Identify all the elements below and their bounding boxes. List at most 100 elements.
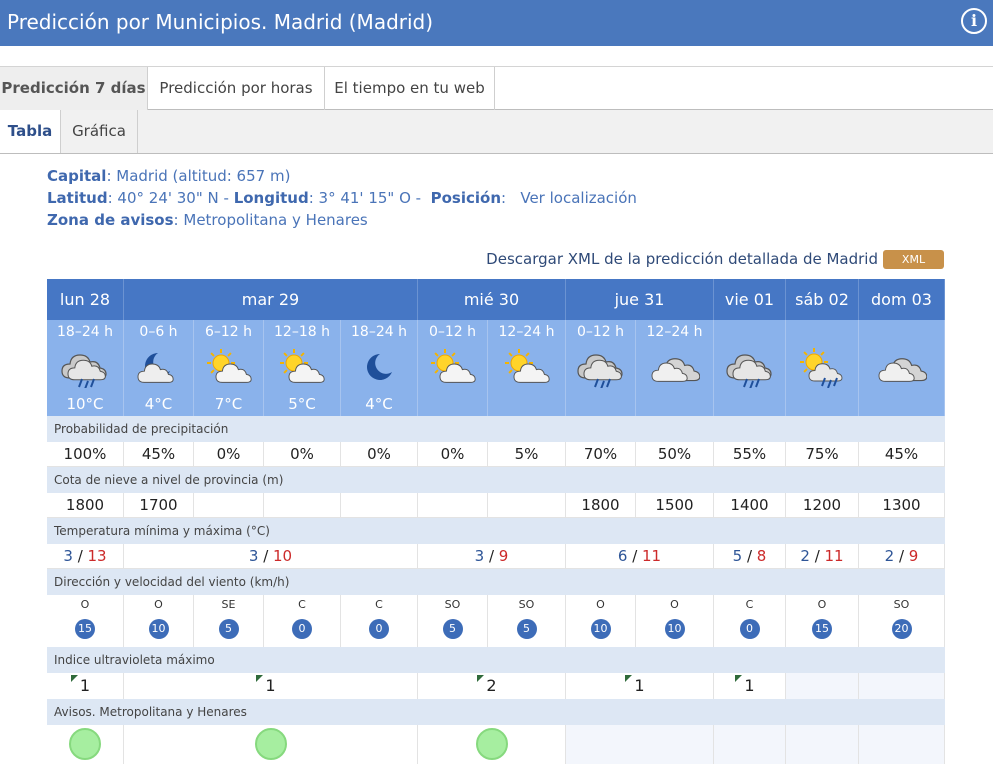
temp-minmax: 2 / 11	[786, 544, 859, 568]
temp-separator: /	[894, 547, 909, 565]
tab-el-tiempo-en-tu-web[interactable]: El tiempo en tu web	[325, 67, 495, 110]
wind-direction: O	[596, 598, 605, 611]
temp-separator: /	[809, 547, 825, 565]
temp-minmax: 2 / 9	[859, 544, 945, 568]
period-label: 12–24 h	[646, 324, 703, 340]
temp-minmax: 3 / 10	[124, 544, 418, 568]
warnings-row	[47, 725, 945, 764]
precip-value: 55%	[714, 442, 786, 466]
wind-cell: C0	[341, 595, 418, 647]
snow-value: 1500	[636, 493, 714, 517]
icons-row: 18–24 h 10°C 0–6 h 4°C 6–12 h 7°C 12–18 h 5°C 18…	[47, 320, 945, 416]
green-warning-icon[interactable]	[475, 728, 508, 760]
xml-button[interactable]: XML	[883, 250, 944, 269]
lat-label: Latitud	[47, 189, 108, 207]
warning-cell	[124, 725, 418, 764]
period-label: 12–18 h	[274, 324, 330, 340]
wind-speed-icon: 15	[812, 619, 832, 639]
wind-cell: O 10	[124, 595, 194, 647]
temp-min: 2	[800, 547, 810, 565]
uv-row: 1 1 2 1 1	[47, 673, 945, 699]
capital-label: Capital	[47, 167, 107, 185]
wind-direction: O	[817, 598, 827, 611]
wind-speed-icon: 5	[218, 619, 239, 639]
tab-prediccion-7-dias[interactable]: Predicción 7 días	[0, 67, 148, 110]
moon-cloud-icon	[137, 353, 174, 383]
wind-cell: O 10	[566, 595, 636, 647]
period-cell: 18–24 h 4°C	[341, 320, 418, 416]
info-icon[interactable]: i	[961, 8, 987, 34]
primary-tabs: Predicción 7 días Predicción por horas E…	[0, 66, 993, 110]
temp-max: 11	[824, 547, 844, 565]
precip-value: 100%	[47, 442, 124, 466]
sun-cloud-icon	[206, 349, 252, 383]
uv-value	[786, 673, 859, 699]
wind-speed-icon: 0	[739, 619, 760, 639]
wind-speed-icon: 5	[442, 619, 463, 639]
period-label: 0–12 h	[428, 324, 477, 340]
green-warning-icon[interactable]	[254, 728, 287, 760]
uv-value: 1	[47, 673, 124, 699]
temp-separator: /	[742, 547, 757, 565]
lon-value: 3° 41' 15" O	[318, 189, 411, 207]
period-label: 0–12 h	[576, 324, 625, 340]
cloud-icon	[651, 358, 700, 382]
precip-value: 0%	[264, 442, 341, 466]
precip-row: 100% 45% 0% 0% 0% 0% 5% 70% 50% 55% 75% 45%	[47, 442, 945, 467]
period-temp: 4°C	[365, 395, 393, 413]
temp-row: 3 / 13 3 / 10 3 / 9 6 / 11 5 / 82 / 11 2 / 9	[47, 544, 945, 569]
temp-separator: /	[72, 547, 88, 565]
snow-value: 1700	[124, 493, 194, 517]
snow-value: 1300	[859, 493, 945, 517]
lon-label: Longitud	[233, 189, 309, 207]
tab-tabla[interactable]: Tabla	[0, 110, 61, 153]
snow-value	[418, 493, 488, 517]
tab-grafica[interactable]: Gráfica	[61, 110, 138, 153]
capital-value: Madrid (altitud: 657 m)	[116, 167, 291, 185]
temp-max: 9	[498, 547, 509, 565]
zona-line: Zona de avisos: Metropolitana y Henares	[47, 211, 368, 229]
temp-min: 6	[617, 547, 628, 565]
warning-cell	[566, 725, 714, 764]
sun-cloud-icon	[430, 349, 476, 383]
wind-cell: SO 20	[859, 595, 945, 647]
xml-download: Descargar XML de la predicción detallada…	[486, 250, 944, 269]
wind-cell: O 15	[47, 595, 124, 647]
temp-minmax: 5 / 8	[714, 544, 786, 568]
wind-direction: SO	[518, 598, 535, 611]
tab-prediccion-por-horas[interactable]: Predicción por horas	[148, 67, 325, 110]
period-cell	[714, 320, 786, 416]
uv-value: 1	[566, 673, 714, 699]
precip-value: 75%	[786, 442, 859, 466]
temp-minmax: 3 / 9	[418, 544, 566, 568]
snow-value	[264, 493, 341, 517]
wind-direction: SE	[221, 598, 236, 611]
ver-localizacion-link[interactable]: Ver localización	[520, 189, 637, 207]
temp-min: 3	[63, 547, 73, 565]
uv-value: 1	[714, 673, 786, 699]
wind-speed-icon: 10	[590, 619, 611, 639]
cloud-rain-icon	[61, 354, 107, 388]
wind-speed-icon: 0	[292, 619, 312, 639]
snow-value	[488, 493, 566, 517]
temp-max: 8	[756, 547, 767, 565]
precip-value: 45%	[124, 442, 194, 466]
wind-direction: C	[298, 598, 306, 611]
xml-download-text[interactable]: Descargar XML de la predicción detallada…	[486, 250, 878, 268]
wind-speed-icon: 5	[516, 619, 537, 639]
period-temp: 4°C	[144, 395, 173, 413]
period-cell: 6–12 h 7°C	[194, 320, 264, 416]
capital-line: Capital: Madrid (altitud: 657 m)	[47, 167, 291, 185]
temp-max: 13	[87, 547, 107, 565]
wind-direction: O	[154, 598, 163, 611]
period-cell: 0–6 h 4°C	[124, 320, 194, 416]
temp-separator: /	[258, 547, 274, 565]
snow-value: 1800	[566, 493, 636, 517]
precip-value: 0%	[194, 442, 264, 466]
uv-index: 2	[477, 673, 497, 699]
precip-value: 45%	[859, 442, 945, 466]
precip-value: 50%	[636, 442, 714, 466]
uv-value: 1	[124, 673, 418, 699]
precip-value: 0%	[418, 442, 488, 466]
green-warning-icon[interactable]	[69, 728, 101, 760]
